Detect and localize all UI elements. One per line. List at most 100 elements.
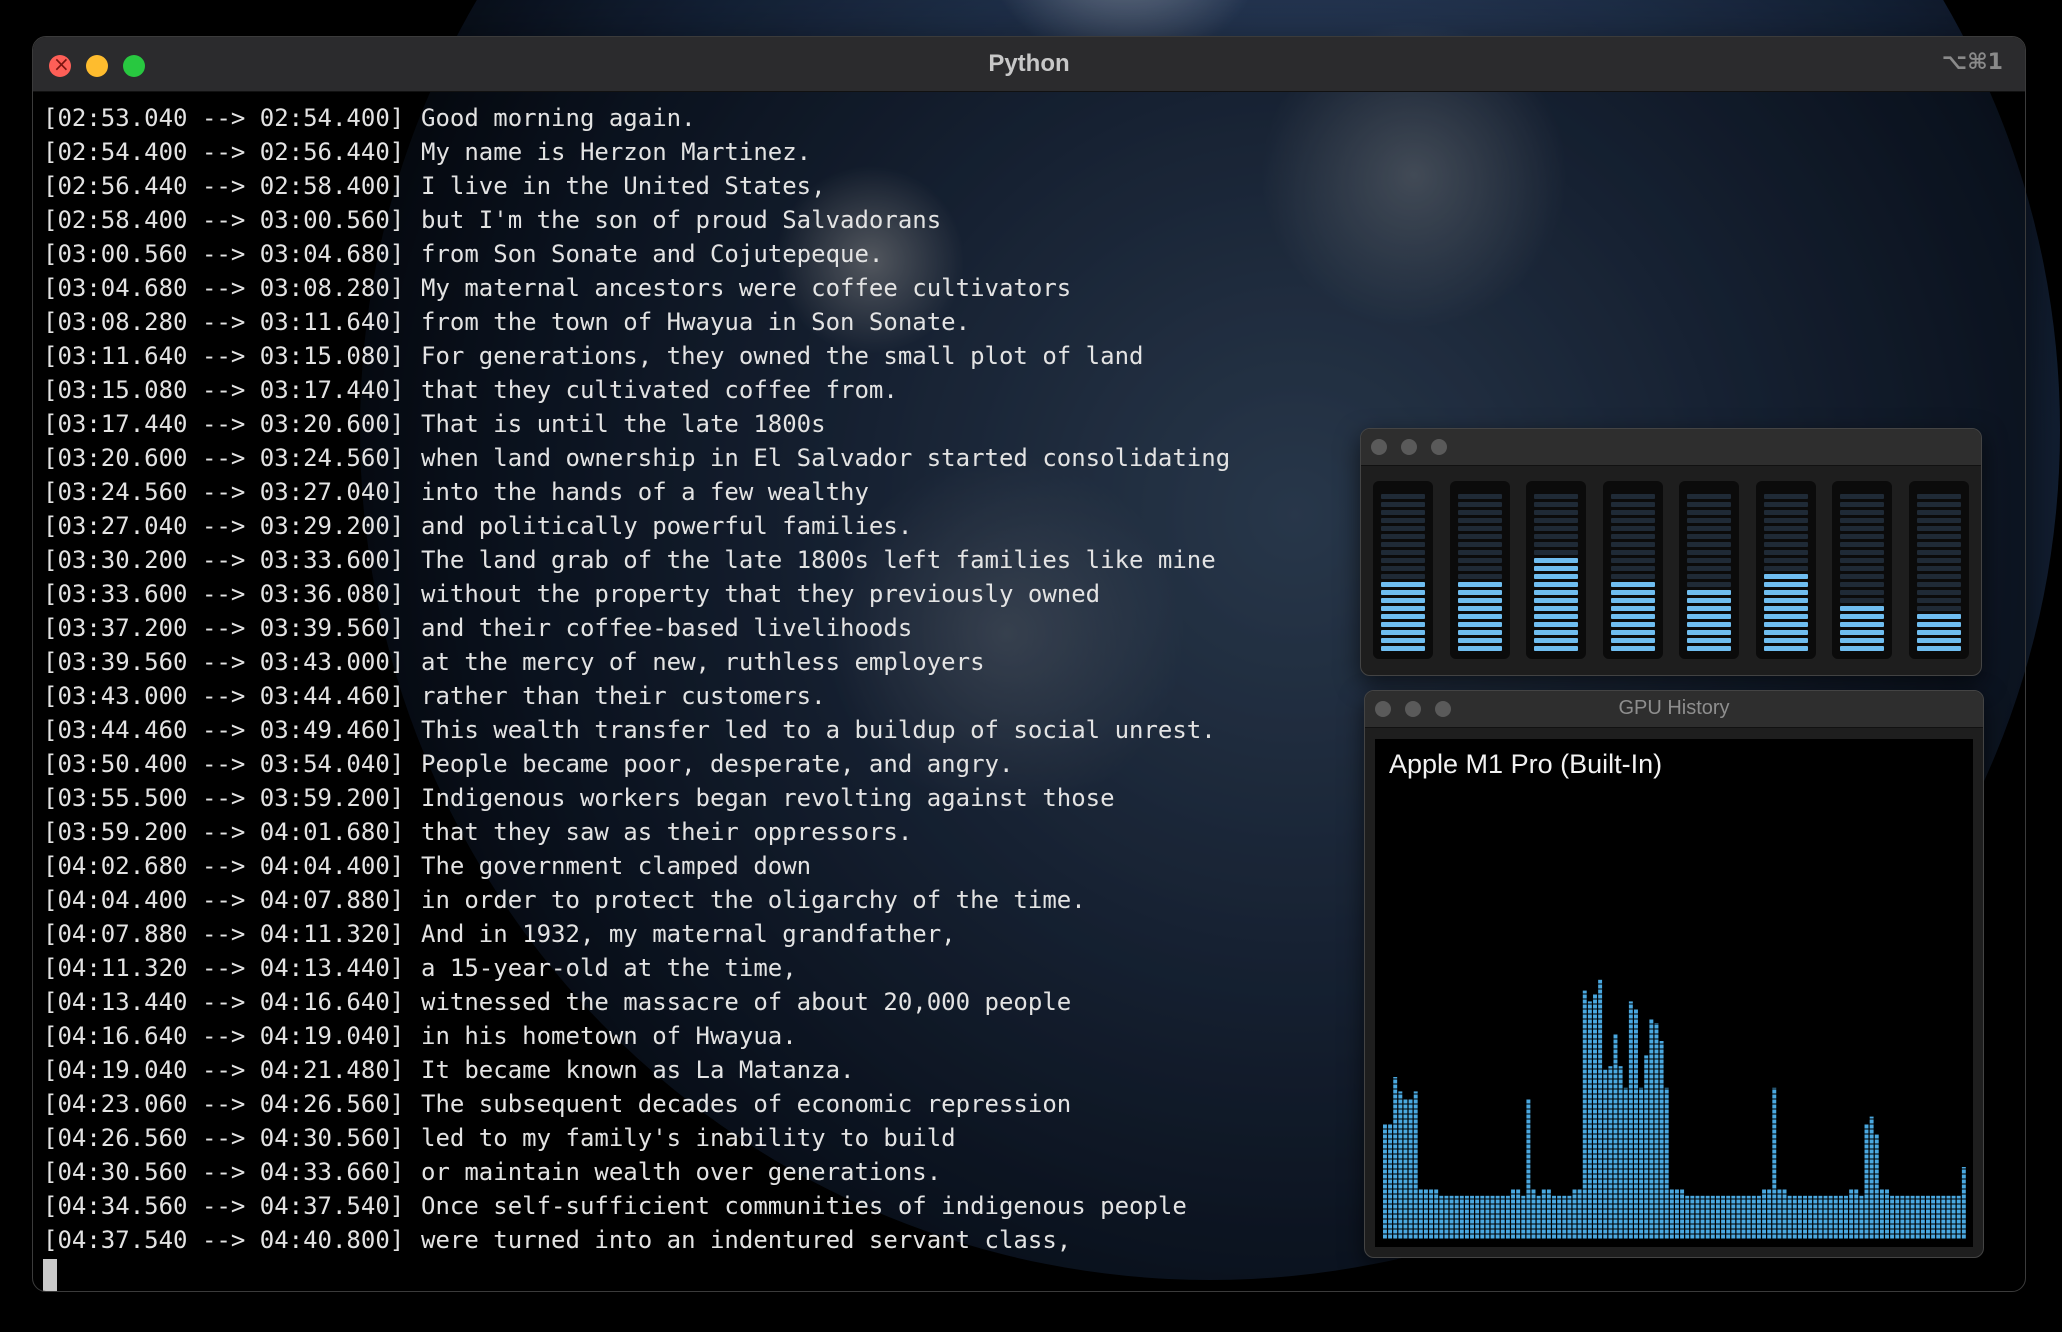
gpu-history-bar (1444, 1195, 1449, 1239)
cpu-core-segment (1381, 558, 1425, 563)
gpu-history-bar (1808, 1195, 1813, 1239)
cpu-core-segment (1534, 510, 1579, 515)
cpu-core-meter (1908, 481, 1969, 659)
gpu-history-bar (1613, 1033, 1618, 1239)
cpu-core-segment (1687, 582, 1732, 587)
transcript-text: into the hands of a few wealthy (421, 478, 869, 506)
terminal-output[interactable]: [02:53.040 --> 02:54.400] Good morning ag… (43, 101, 1230, 1291)
gpu-history-bar (1623, 1087, 1628, 1239)
cpu-core-segment (1610, 534, 1655, 539)
transcript-line: [04:07.880 --> 04:11.320] And in 1932, my… (43, 917, 1230, 951)
window-titlebar[interactable]: Python ⌥⌘1 (33, 37, 2025, 92)
cpu-core-segment (1840, 574, 1885, 579)
gpu-history-bar (1480, 1195, 1485, 1239)
cpu-core-segment (1840, 534, 1885, 539)
gpu-history-panel[interactable]: GPU History Apple M1 Pro (Built-In) (1364, 690, 1984, 1258)
cpu-core-segment (1534, 574, 1579, 579)
gpu-history-bar (1838, 1195, 1843, 1239)
cpu-core-segment (1916, 534, 1961, 539)
gpu-history-bar (1890, 1195, 1895, 1239)
cpu-core-segment (1381, 638, 1425, 643)
cpu-core-segment (1840, 582, 1885, 587)
cpu-core-segment (1840, 542, 1885, 547)
gpu-history-chart (1383, 883, 1967, 1240)
transcript-text: This wealth transfer led to a buildup of… (421, 716, 1216, 744)
transcript-text: For generations, they owned the small pl… (421, 342, 1144, 370)
cpu-core-segment (1763, 542, 1808, 547)
cpu-core-segment (1763, 550, 1808, 555)
cpu-core-segment (1916, 638, 1961, 643)
transcript-text: People became poor, desperate, and angry… (421, 750, 1014, 778)
cpu-core-segment (1687, 518, 1732, 523)
cpu-core-segment (1610, 646, 1655, 651)
cpu-core-segment (1687, 502, 1732, 507)
cpu-core-segment (1916, 590, 1961, 595)
transcript-text: were turned into an indentured servant c… (421, 1226, 1072, 1254)
gpu-history-bar (1797, 1195, 1802, 1239)
cpu-core-segment (1534, 590, 1579, 595)
cpu-core-segment (1457, 542, 1502, 547)
cpu-core-segment (1610, 494, 1655, 499)
transcript-timestamp: [04:37.540 --> 04:40.800] (43, 1226, 405, 1254)
transcript-line: [02:54.400 --> 02:56.440] My name is Herz… (43, 135, 1230, 169)
cpu-core-segment (1534, 622, 1579, 627)
gpu-history-bar (1685, 1195, 1690, 1239)
gpu-history-bar (1915, 1195, 1920, 1239)
cpu-core-segment (1916, 614, 1961, 619)
transcript-timestamp: [03:33.600 --> 03:36.080] (43, 580, 405, 608)
cpu-core-segment (1840, 502, 1885, 507)
cpu-panel-titlebar[interactable] (1361, 429, 1981, 466)
cpu-core-meter (1373, 481, 1433, 659)
gpu-history-bar (1449, 1195, 1454, 1239)
transcript-timestamp: [03:37.200 --> 03:39.560] (43, 614, 405, 642)
gpu-history-bar (1787, 1195, 1792, 1239)
gpu-history-bar (1485, 1195, 1490, 1239)
cpu-core-segment (1610, 622, 1655, 627)
minimize-button[interactable] (1401, 439, 1417, 455)
transcript-timestamp: [04:30.560 --> 04:33.660] (43, 1158, 405, 1186)
transcript-text: in order to protect the oligarchy of the… (421, 886, 1086, 914)
cpu-core-segment (1381, 494, 1425, 499)
transcript-timestamp: [02:53.040 --> 02:54.400] (43, 104, 405, 132)
cpu-core-segment (1763, 526, 1808, 531)
transcript-text: at the mercy of new, ruthless employers (421, 648, 985, 676)
gpu-history-bar (1721, 1195, 1726, 1239)
transcript-line: [04:30.560 --> 04:33.660] or maintain wea… (43, 1155, 1230, 1189)
cpu-core-segment (1687, 614, 1732, 619)
close-button[interactable] (1371, 439, 1387, 455)
cpu-core-segment (1381, 614, 1425, 619)
cpu-core-segment (1840, 646, 1885, 651)
cpu-core-segment (1457, 590, 1502, 595)
cpu-core-segment (1916, 542, 1961, 547)
cpu-core-segment (1534, 638, 1579, 643)
transcript-line: [03:00.560 --> 03:04.680] from Son Sonate… (43, 237, 1230, 271)
cpu-core-segment (1763, 646, 1808, 651)
transcript-text: from Son Sonate and Cojutepeque. (421, 240, 884, 268)
gpu-history-bar (1823, 1195, 1828, 1239)
cpu-usage-panel[interactable] (1360, 428, 1982, 676)
cpu-core-segment (1534, 606, 1579, 611)
cpu-core-segment (1381, 574, 1425, 579)
cpu-core-segment (1916, 510, 1961, 515)
gpu-history-bar (1828, 1195, 1833, 1239)
zoom-button[interactable] (1431, 439, 1447, 455)
cpu-core-segment (1534, 534, 1579, 539)
transcript-line: [03:08.280 --> 03:11.640] from the town o… (43, 305, 1230, 339)
transcript-timestamp: [04:34.560 --> 04:37.540] (43, 1192, 405, 1220)
cpu-core-segment (1534, 566, 1579, 571)
gpu-history-bar (1490, 1195, 1495, 1239)
cpu-core-segment (1381, 542, 1425, 547)
cpu-core-segment (1457, 566, 1502, 571)
gpu-history-bar (1439, 1195, 1444, 1239)
cpu-core-segment (1610, 574, 1655, 579)
cpu-core-segment (1687, 622, 1732, 627)
gpu-history-bar (1639, 1087, 1644, 1239)
cpu-core-segment (1763, 574, 1808, 579)
gpu-history-bar (1951, 1195, 1956, 1239)
cpu-core-segment (1687, 606, 1732, 611)
cpu-core-segment (1381, 646, 1425, 651)
cpu-core-segment (1840, 494, 1885, 499)
gpu-panel-titlebar[interactable]: GPU History (1365, 691, 1983, 728)
cpu-core-meter (1526, 481, 1587, 659)
transcript-line: [03:59.200 --> 04:01.680] that they saw a… (43, 815, 1230, 849)
